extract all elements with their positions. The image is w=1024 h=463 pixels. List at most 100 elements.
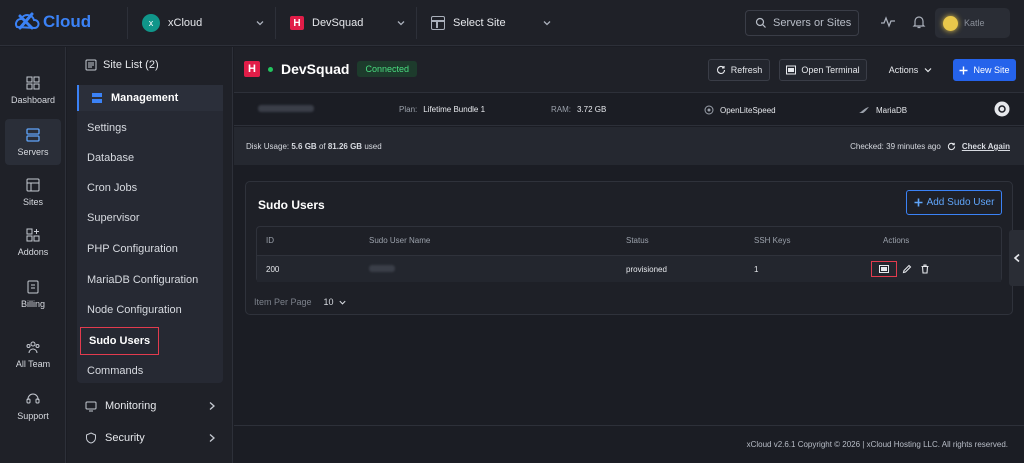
add-sudo-user-button[interactable]: Add Sudo User xyxy=(906,190,1002,215)
nav-billing[interactable]: Billing xyxy=(5,271,61,317)
chevron-down-icon xyxy=(338,300,346,305)
nav-label: Sites xyxy=(22,196,43,207)
site-grid-icon xyxy=(431,16,445,30)
management-label: Management xyxy=(111,92,179,104)
disk-used: 5.6 GB xyxy=(291,142,317,151)
nav-label: Dashboard xyxy=(10,94,56,105)
main-content: H DevSquad Connected Refresh Open Termin… xyxy=(234,47,1024,463)
web-server-icon xyxy=(704,105,714,115)
ram-value: 3.72 GB xyxy=(577,105,607,114)
top-bar: Cloud x xCloud H DevSquad Select Site Se… xyxy=(0,0,1024,46)
open-terminal-button[interactable]: Open Terminal xyxy=(779,59,867,81)
bell-icon[interactable] xyxy=(911,14,927,30)
menu-commands[interactable]: Commands xyxy=(87,365,143,377)
management-icon xyxy=(92,93,102,103)
database-info: MariaDB xyxy=(858,105,907,115)
plus-icon xyxy=(959,66,968,74)
xcloud-logo[interactable]: Cloud xyxy=(14,10,91,34)
nav-addons[interactable]: Addons xyxy=(5,219,61,265)
per-page-value: 10 xyxy=(323,297,334,307)
cloud-logo-icon xyxy=(15,12,40,30)
team-icon xyxy=(26,341,40,353)
menu-sudo-users[interactable]: Sudo Users xyxy=(80,327,160,355)
nav-label: All Team xyxy=(15,358,51,369)
server-name: xCloud xyxy=(168,17,203,29)
redacted-ip xyxy=(258,105,314,112)
disk-total: 81.26 GB xyxy=(327,142,363,151)
plan-info: Plan: Lifetime Bundle 1 xyxy=(399,105,485,114)
site-list-link[interactable]: Site List (2) xyxy=(85,59,159,71)
site-badge: H xyxy=(244,61,260,77)
menu-cron-jobs[interactable]: Cron Jobs xyxy=(87,182,137,194)
row-id: 200 xyxy=(266,265,280,274)
chevron-down-icon xyxy=(924,68,932,73)
avatar xyxy=(943,15,958,31)
actions-label: Actions xyxy=(888,65,919,75)
site-selector[interactable]: H DevSquad xyxy=(275,7,415,39)
menu-php-configuration[interactable]: PHP Configuration xyxy=(87,243,178,255)
chevron-down-icon xyxy=(397,21,405,26)
ram-info: RAM: 3.72 GB xyxy=(551,105,606,114)
monitoring-label: Monitoring xyxy=(105,400,157,412)
disk-suffix: used xyxy=(364,142,382,151)
screen-icon xyxy=(879,265,889,273)
per-page-select[interactable]: 10 xyxy=(324,297,347,307)
management-header[interactable]: Management xyxy=(77,85,223,111)
col-user-name: Sudo User Name xyxy=(369,236,431,245)
billing-icon xyxy=(27,280,39,293)
web-server-value: OpenLiteSpeed xyxy=(720,105,776,115)
pencil-icon xyxy=(902,264,912,274)
chevron-left-icon xyxy=(1013,253,1020,263)
row-status: provisioned xyxy=(626,265,667,274)
collapse-panel-button[interactable] xyxy=(1009,230,1024,286)
user-menu[interactable]: Katle xyxy=(935,8,1010,38)
site-list-label: Site List (2) xyxy=(103,59,159,71)
view-keys-button[interactable] xyxy=(871,261,897,277)
row-ssh-keys: 1 xyxy=(754,265,759,274)
search-input[interactable]: Servers or Sites xyxy=(745,10,859,36)
per-page-label: Item Per Page xyxy=(254,297,312,307)
chevron-right-icon xyxy=(209,434,215,442)
disk-usage-bar: Disk Usage: 5.6 GB of 81.26 GB used Chec… xyxy=(234,127,1024,165)
server-selector[interactable]: x xCloud xyxy=(127,7,274,39)
menu-supervisor[interactable]: Supervisor xyxy=(87,212,140,224)
col-ssh-keys: SSH Keys xyxy=(754,236,791,245)
disk-label: Disk Usage: xyxy=(246,142,290,151)
sudo-users-card: Sudo Users Add Sudo User ID Sudo User Na… xyxy=(245,181,1013,315)
new-site-button[interactable]: New Site xyxy=(953,59,1016,81)
menu-node-configuration[interactable]: Node Configuration xyxy=(87,304,182,316)
chevron-down-icon xyxy=(543,21,551,26)
disk-of: of xyxy=(318,142,326,151)
mariadb-icon xyxy=(859,107,869,113)
menu-monitoring[interactable]: Monitoring xyxy=(85,400,217,412)
edit-button[interactable] xyxy=(899,261,915,277)
status-badge: Connected xyxy=(357,61,418,77)
nav-support[interactable]: Support xyxy=(5,383,61,429)
sites-icon xyxy=(26,178,40,191)
disk-check: Checked: 39 minutes ago Check Again xyxy=(850,142,1010,151)
check-again-link[interactable]: Check Again xyxy=(962,142,1010,151)
add-sudo-user-label: Add Sudo User xyxy=(926,197,995,208)
activity-icon[interactable] xyxy=(880,14,896,30)
select-site-label: Select Site xyxy=(453,17,506,29)
menu-settings[interactable]: Settings xyxy=(87,122,127,134)
actions-dropdown[interactable]: Actions xyxy=(876,59,946,81)
server-header: H DevSquad Connected Refresh Open Termin… xyxy=(234,47,1024,93)
menu-database[interactable]: Database xyxy=(87,152,134,164)
nav-servers[interactable]: Servers xyxy=(5,119,61,165)
refresh-icon xyxy=(716,65,725,74)
menu-mariadb-configuration[interactable]: MariaDB Configuration xyxy=(87,274,198,286)
redacted-user-name xyxy=(369,265,395,272)
delete-button[interactable] xyxy=(917,261,933,277)
new-site-label: New Site xyxy=(973,65,1010,75)
nav-dashboard[interactable]: Dashboard xyxy=(5,67,61,113)
refresh-button[interactable]: Refresh xyxy=(708,59,770,81)
copyright: xCloud v2.6.1 Copyright © 2026 | xCloud … xyxy=(746,440,1008,449)
menu-security[interactable]: Security xyxy=(85,432,217,444)
select-site-dropdown[interactable]: Select Site xyxy=(416,7,561,39)
refresh-label: Refresh xyxy=(730,65,763,75)
nav-all-team[interactable]: All Team xyxy=(5,331,61,377)
nav-sites[interactable]: Sites xyxy=(5,169,61,215)
security-label: Security xyxy=(105,432,145,444)
card-title: Sudo Users xyxy=(258,198,325,212)
